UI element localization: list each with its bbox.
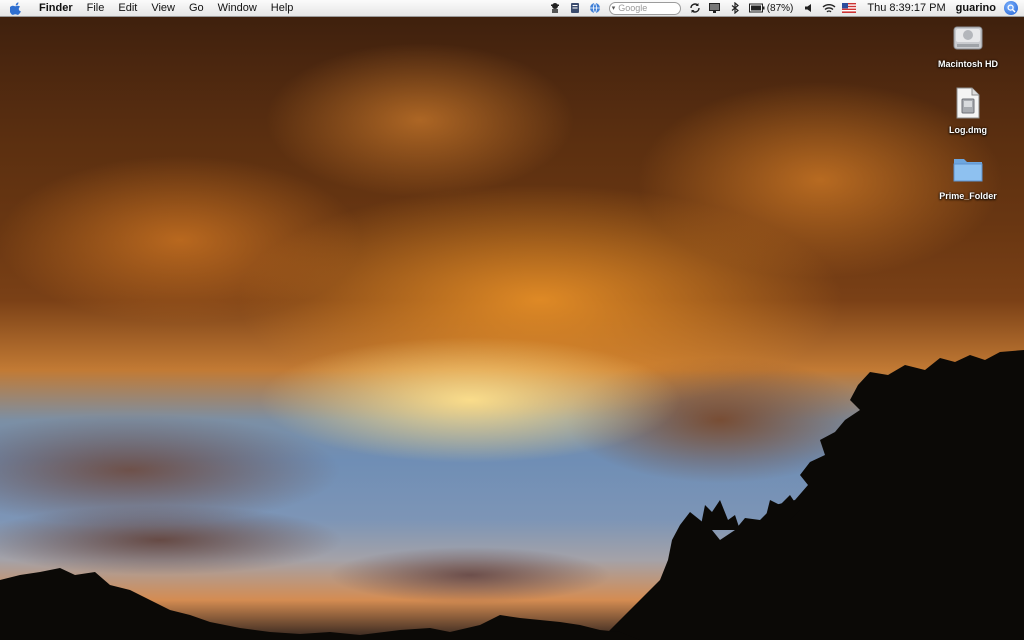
menu-file[interactable]: File [80, 0, 112, 16]
menu-finder[interactable]: Finder [32, 0, 80, 16]
desktop-icon-label: Prime_Folder [939, 191, 997, 201]
menu-bar: Finder File Edit View Go Window Help ▾ G… [0, 0, 1024, 17]
globe-icon[interactable] [585, 0, 605, 16]
user-menu[interactable]: guarino [954, 0, 1002, 16]
spotlight-search-icon[interactable] [1004, 1, 1018, 15]
disk-image-icon [951, 86, 985, 120]
folder-icon [951, 152, 985, 186]
sync-icon[interactable] [685, 0, 705, 16]
menu-window[interactable]: Window [211, 0, 264, 16]
volume-icon[interactable] [799, 0, 819, 16]
wifi-icon[interactable] [819, 0, 839, 16]
apple-menu-icon[interactable] [0, 0, 32, 16]
battery-icon[interactable]: (87%) [745, 0, 794, 16]
menubar-clock[interactable]: Thu 8:39:17 PM [859, 0, 953, 16]
search-engine-chevron-icon[interactable]: ▾ [612, 4, 616, 12]
desktop-icon-label: Log.dmg [949, 125, 987, 135]
desktop-icon-log-dmg[interactable]: Log.dmg [923, 86, 1013, 138]
search-placeholder: Google [618, 3, 648, 13]
bluetooth-icon[interactable] [725, 0, 745, 16]
menu-view[interactable]: View [144, 0, 182, 16]
script-menu-icon[interactable] [565, 0, 585, 16]
spy-agent-icon[interactable] [545, 0, 565, 16]
hard-drive-icon [951, 20, 985, 54]
google-search-field[interactable]: ▾ Google [608, 1, 681, 15]
us-flag-input-icon[interactable] [839, 0, 859, 16]
desktop-icon-prime-folder[interactable]: Prime_Folder [923, 152, 1013, 204]
desktop-icon-label: Macintosh HD [937, 59, 998, 69]
desktop-icon-macintosh-hd[interactable]: Macintosh HD [923, 20, 1013, 72]
menu-go[interactable]: Go [182, 0, 211, 16]
tree-silhouettes [0, 350, 1024, 640]
display-icon[interactable] [705, 0, 725, 16]
menu-edit[interactable]: Edit [111, 0, 144, 16]
menu-help[interactable]: Help [264, 0, 301, 16]
battery-percent: (87%) [766, 2, 794, 14]
